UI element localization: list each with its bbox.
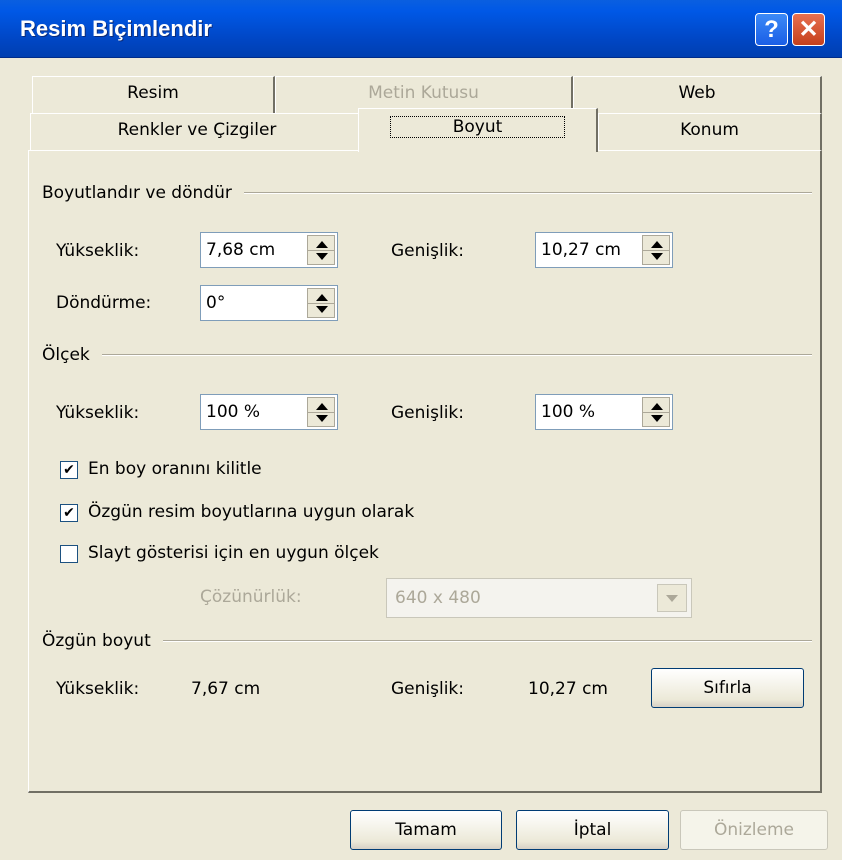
close-button[interactable]: ✕ bbox=[792, 13, 825, 46]
scale-height-value[interactable]: 100 % bbox=[206, 402, 260, 422]
tab-web[interactable]: Web bbox=[573, 76, 822, 114]
scale-width-value[interactable]: 100 % bbox=[541, 402, 595, 422]
spin-arrows[interactable] bbox=[642, 235, 670, 265]
lock-aspect-label[interactable]: En boy oranını kilitle bbox=[88, 459, 262, 479]
ok-button[interactable]: Tamam bbox=[350, 810, 502, 850]
spin-arrows[interactable] bbox=[642, 397, 670, 427]
rotation-value[interactable]: 0° bbox=[206, 293, 225, 313]
relative-original-label[interactable]: Özgün resim boyutlarına uygun olarak bbox=[88, 502, 414, 522]
width-value[interactable]: 10,27 cm bbox=[541, 240, 621, 260]
group-label: Boyutlandır ve döndür bbox=[42, 183, 232, 203]
tab-resim[interactable]: Resim bbox=[32, 76, 275, 114]
height-label: Yükseklik: bbox=[56, 241, 140, 261]
height-spinner[interactable]: 7,68 cm bbox=[200, 232, 338, 268]
cancel-button[interactable]: İptal bbox=[516, 810, 669, 850]
rotation-label: Döndürme: bbox=[56, 293, 152, 313]
group-label: Ölçek bbox=[42, 345, 90, 365]
chevron-down-icon bbox=[657, 584, 687, 612]
window-title: Resim Biçimlendir bbox=[20, 16, 212, 41]
tab-boyut-label: Boyut bbox=[389, 116, 566, 138]
spin-arrows[interactable] bbox=[307, 288, 335, 318]
spin-arrows[interactable] bbox=[307, 397, 335, 427]
tab-boyut[interactable]: Boyut bbox=[358, 108, 598, 152]
width-spinner[interactable]: 10,27 cm bbox=[535, 232, 673, 268]
spin-arrows[interactable] bbox=[307, 235, 335, 265]
slideshow-scale-label[interactable]: Slayt gösterisi için en uygun ölçek bbox=[88, 543, 379, 563]
resolution-label: Çözünürlük: bbox=[200, 587, 302, 607]
scale-height-spinner[interactable]: 100 % bbox=[200, 394, 338, 430]
title-bar: Resim Biçimlendir ? ✕ bbox=[0, 0, 842, 58]
width-label: Genişlik: bbox=[391, 241, 465, 261]
group-scale: Ölçek bbox=[42, 345, 812, 365]
original-width-value: 10,27 cm bbox=[528, 679, 608, 699]
original-width-label: Genişlik: bbox=[391, 679, 465, 699]
height-value[interactable]: 7,68 cm bbox=[206, 240, 275, 260]
rotation-spinner[interactable]: 0° bbox=[200, 285, 338, 321]
tab-renkler-ve-cizgiler[interactable]: Renkler ve Çizgiler bbox=[30, 113, 365, 151]
resolution-select: 640 x 480 bbox=[386, 578, 692, 618]
scale-width-spinner[interactable]: 100 % bbox=[535, 394, 673, 430]
preview-button: Önizleme bbox=[680, 810, 828, 850]
original-height-label: Yükseklik: bbox=[56, 679, 140, 699]
lock-aspect-checkbox[interactable]: ✔ bbox=[60, 461, 78, 479]
original-height-value: 7,67 cm bbox=[191, 679, 261, 699]
slideshow-scale-checkbox[interactable] bbox=[60, 545, 78, 563]
help-button[interactable]: ? bbox=[755, 13, 788, 46]
tab-konum[interactable]: Konum bbox=[598, 113, 822, 151]
group-label: Özgün boyut bbox=[42, 631, 151, 651]
group-size-rotate: Boyutlandır ve döndür bbox=[42, 183, 812, 203]
relative-original-checkbox[interactable]: ✔ bbox=[60, 504, 78, 522]
resolution-value: 640 x 480 bbox=[395, 588, 481, 608]
group-original-size: Özgün boyut bbox=[42, 631, 812, 651]
scale-width-label: Genişlik: bbox=[391, 403, 465, 423]
reset-button[interactable]: Sıfırla bbox=[651, 668, 804, 708]
scale-height-label: Yükseklik: bbox=[56, 403, 140, 423]
